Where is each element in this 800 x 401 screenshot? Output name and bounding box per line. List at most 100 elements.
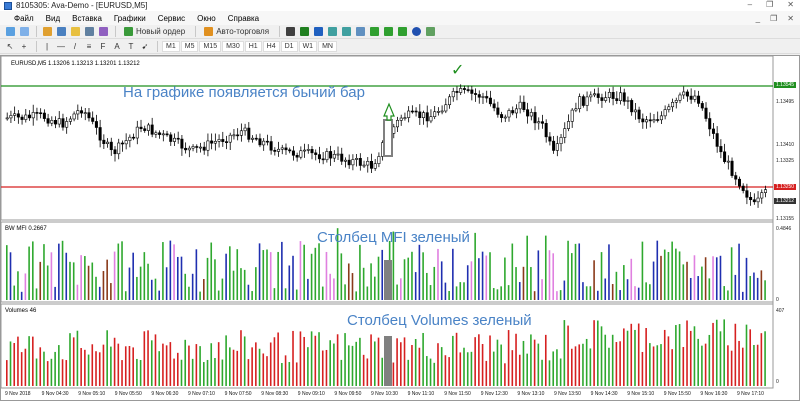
timeframe-m30[interactable]: M30: [222, 41, 244, 52]
mfi-bar: [292, 255, 294, 300]
periods-button[interactable]: [410, 26, 422, 38]
menu-file[interactable]: Файл: [14, 14, 34, 23]
timeframe-m15[interactable]: M15: [199, 41, 222, 52]
profiles-button[interactable]: [18, 26, 30, 38]
volume-bar: [46, 361, 49, 386]
candle-body: [206, 140, 210, 151]
mfi-bar: [678, 251, 681, 300]
auto-scroll-button[interactable]: [368, 26, 380, 38]
maximize-button[interactable]: ❐: [766, 0, 773, 9]
time-axis-label: 9 Nov 07:10: [188, 391, 215, 397]
volume-bar: [69, 333, 71, 386]
doc-restore-button[interactable]: ❐: [770, 14, 777, 23]
chart-shift-button[interactable]: [382, 26, 394, 38]
market-watch-button[interactable]: [41, 26, 53, 38]
arrow-tool[interactable]: ➹: [139, 41, 151, 53]
candle-body: [343, 159, 347, 162]
indicators-button[interactable]: [396, 26, 408, 38]
line-chart-button[interactable]: [312, 26, 324, 38]
volume-bar: [195, 344, 198, 386]
timeframe-mn[interactable]: MN: [318, 41, 337, 52]
timeframe-m1[interactable]: M1: [162, 41, 180, 52]
doc-minimize-button[interactable]: _: [756, 14, 760, 23]
mfi-bar: [593, 260, 595, 300]
volume-bar: [266, 356, 268, 386]
timeframe-h4[interactable]: H4: [262, 41, 280, 52]
mfi-bar: [17, 271, 19, 300]
candle-body: [347, 159, 351, 166]
volume-bar: [377, 337, 380, 386]
candle-body: [540, 121, 544, 124]
mfi-bar: [522, 266, 525, 300]
candle-body: [366, 161, 370, 166]
menu-charts[interactable]: Графики: [114, 14, 146, 23]
candle-body: [329, 151, 333, 159]
menu-insert[interactable]: Вставка: [72, 14, 102, 23]
candle-body: [373, 163, 377, 169]
timeframe-h1[interactable]: H1: [244, 41, 262, 52]
tile-windows-icon: [355, 27, 365, 36]
fibonacci-tool[interactable]: F: [97, 41, 109, 53]
tile-windows-button[interactable]: [354, 26, 366, 38]
volumes-scale-bottom: 0: [776, 379, 779, 385]
volume-bar: [351, 345, 354, 386]
new-chart-button[interactable]: [4, 26, 16, 38]
time-axis-label: 9 Nov 15:10: [627, 391, 655, 397]
mfi-bar: [340, 253, 343, 300]
candle-body: [619, 92, 623, 101]
vertical-line-tool[interactable]: |: [41, 41, 53, 53]
mfi-bar: [515, 267, 517, 300]
zoom-out-button[interactable]: [340, 26, 352, 38]
new-order-button[interactable]: Новый ордер: [120, 26, 189, 38]
candlestick-button[interactable]: [298, 26, 310, 38]
candle-body: [715, 133, 719, 147]
autotrade-button[interactable]: Авто-торговля: [200, 26, 273, 38]
chart-window[interactable]: EURUSD,M5 1.13206 1.13213 1.13201 1.1321…: [0, 55, 800, 401]
volume-bar: [307, 347, 309, 386]
terminal-button[interactable]: [83, 26, 95, 38]
horizontal-line-tool[interactable]: —: [55, 41, 67, 53]
text-tool[interactable]: A: [111, 41, 123, 53]
candle-body: [158, 132, 162, 135]
mfi-bar: [255, 267, 257, 300]
navigator-button[interactable]: [69, 26, 81, 38]
cursor-tool[interactable]: ↖: [4, 41, 16, 53]
volume-bar: [366, 358, 369, 386]
mfi-bar: [764, 280, 766, 300]
menu-help[interactable]: Справка: [228, 14, 259, 23]
candle-body: [730, 160, 734, 176]
bar-chart-button[interactable]: [284, 26, 296, 38]
timeframe-w1[interactable]: W1: [298, 41, 318, 52]
channel-tool[interactable]: ≡: [83, 41, 95, 53]
close-button[interactable]: ✕: [787, 0, 794, 9]
volume-bar: [437, 343, 439, 386]
volume-bar: [470, 351, 473, 386]
chart-canvas[interactable]: [1, 56, 799, 400]
timeframe-m5[interactable]: M5: [180, 41, 199, 52]
menu-window[interactable]: Окно: [197, 14, 216, 23]
timeframe-d1[interactable]: D1: [280, 41, 298, 52]
mfi-bar: [704, 257, 707, 300]
doc-close-button[interactable]: ✕: [787, 14, 794, 23]
minimize-button[interactable]: –: [748, 0, 752, 9]
volume-bar: [158, 351, 160, 386]
volume-bar: [559, 358, 562, 386]
volume-bar: [121, 360, 123, 386]
templates-button[interactable]: [424, 26, 436, 38]
crosshair-tool[interactable]: +: [18, 41, 30, 53]
label-tool[interactable]: T: [125, 41, 137, 53]
mfi-bar: [507, 285, 510, 300]
data-window-button[interactable]: [55, 26, 67, 38]
menu-tools[interactable]: Сервис: [158, 14, 185, 23]
trendline-tool[interactable]: /: [69, 41, 81, 53]
mfi-bar: [147, 263, 149, 300]
mfi-bar: [318, 243, 320, 300]
strategy-tester-button[interactable]: [97, 26, 109, 38]
zoom-in-button[interactable]: [326, 26, 338, 38]
navigator-icon: [70, 27, 80, 36]
mfi-bar: [422, 252, 424, 300]
up-arrow-icon: [383, 102, 395, 121]
mfi-bar: [745, 257, 748, 300]
candle-body: [61, 118, 65, 128]
menu-view[interactable]: Вид: [46, 14, 60, 23]
